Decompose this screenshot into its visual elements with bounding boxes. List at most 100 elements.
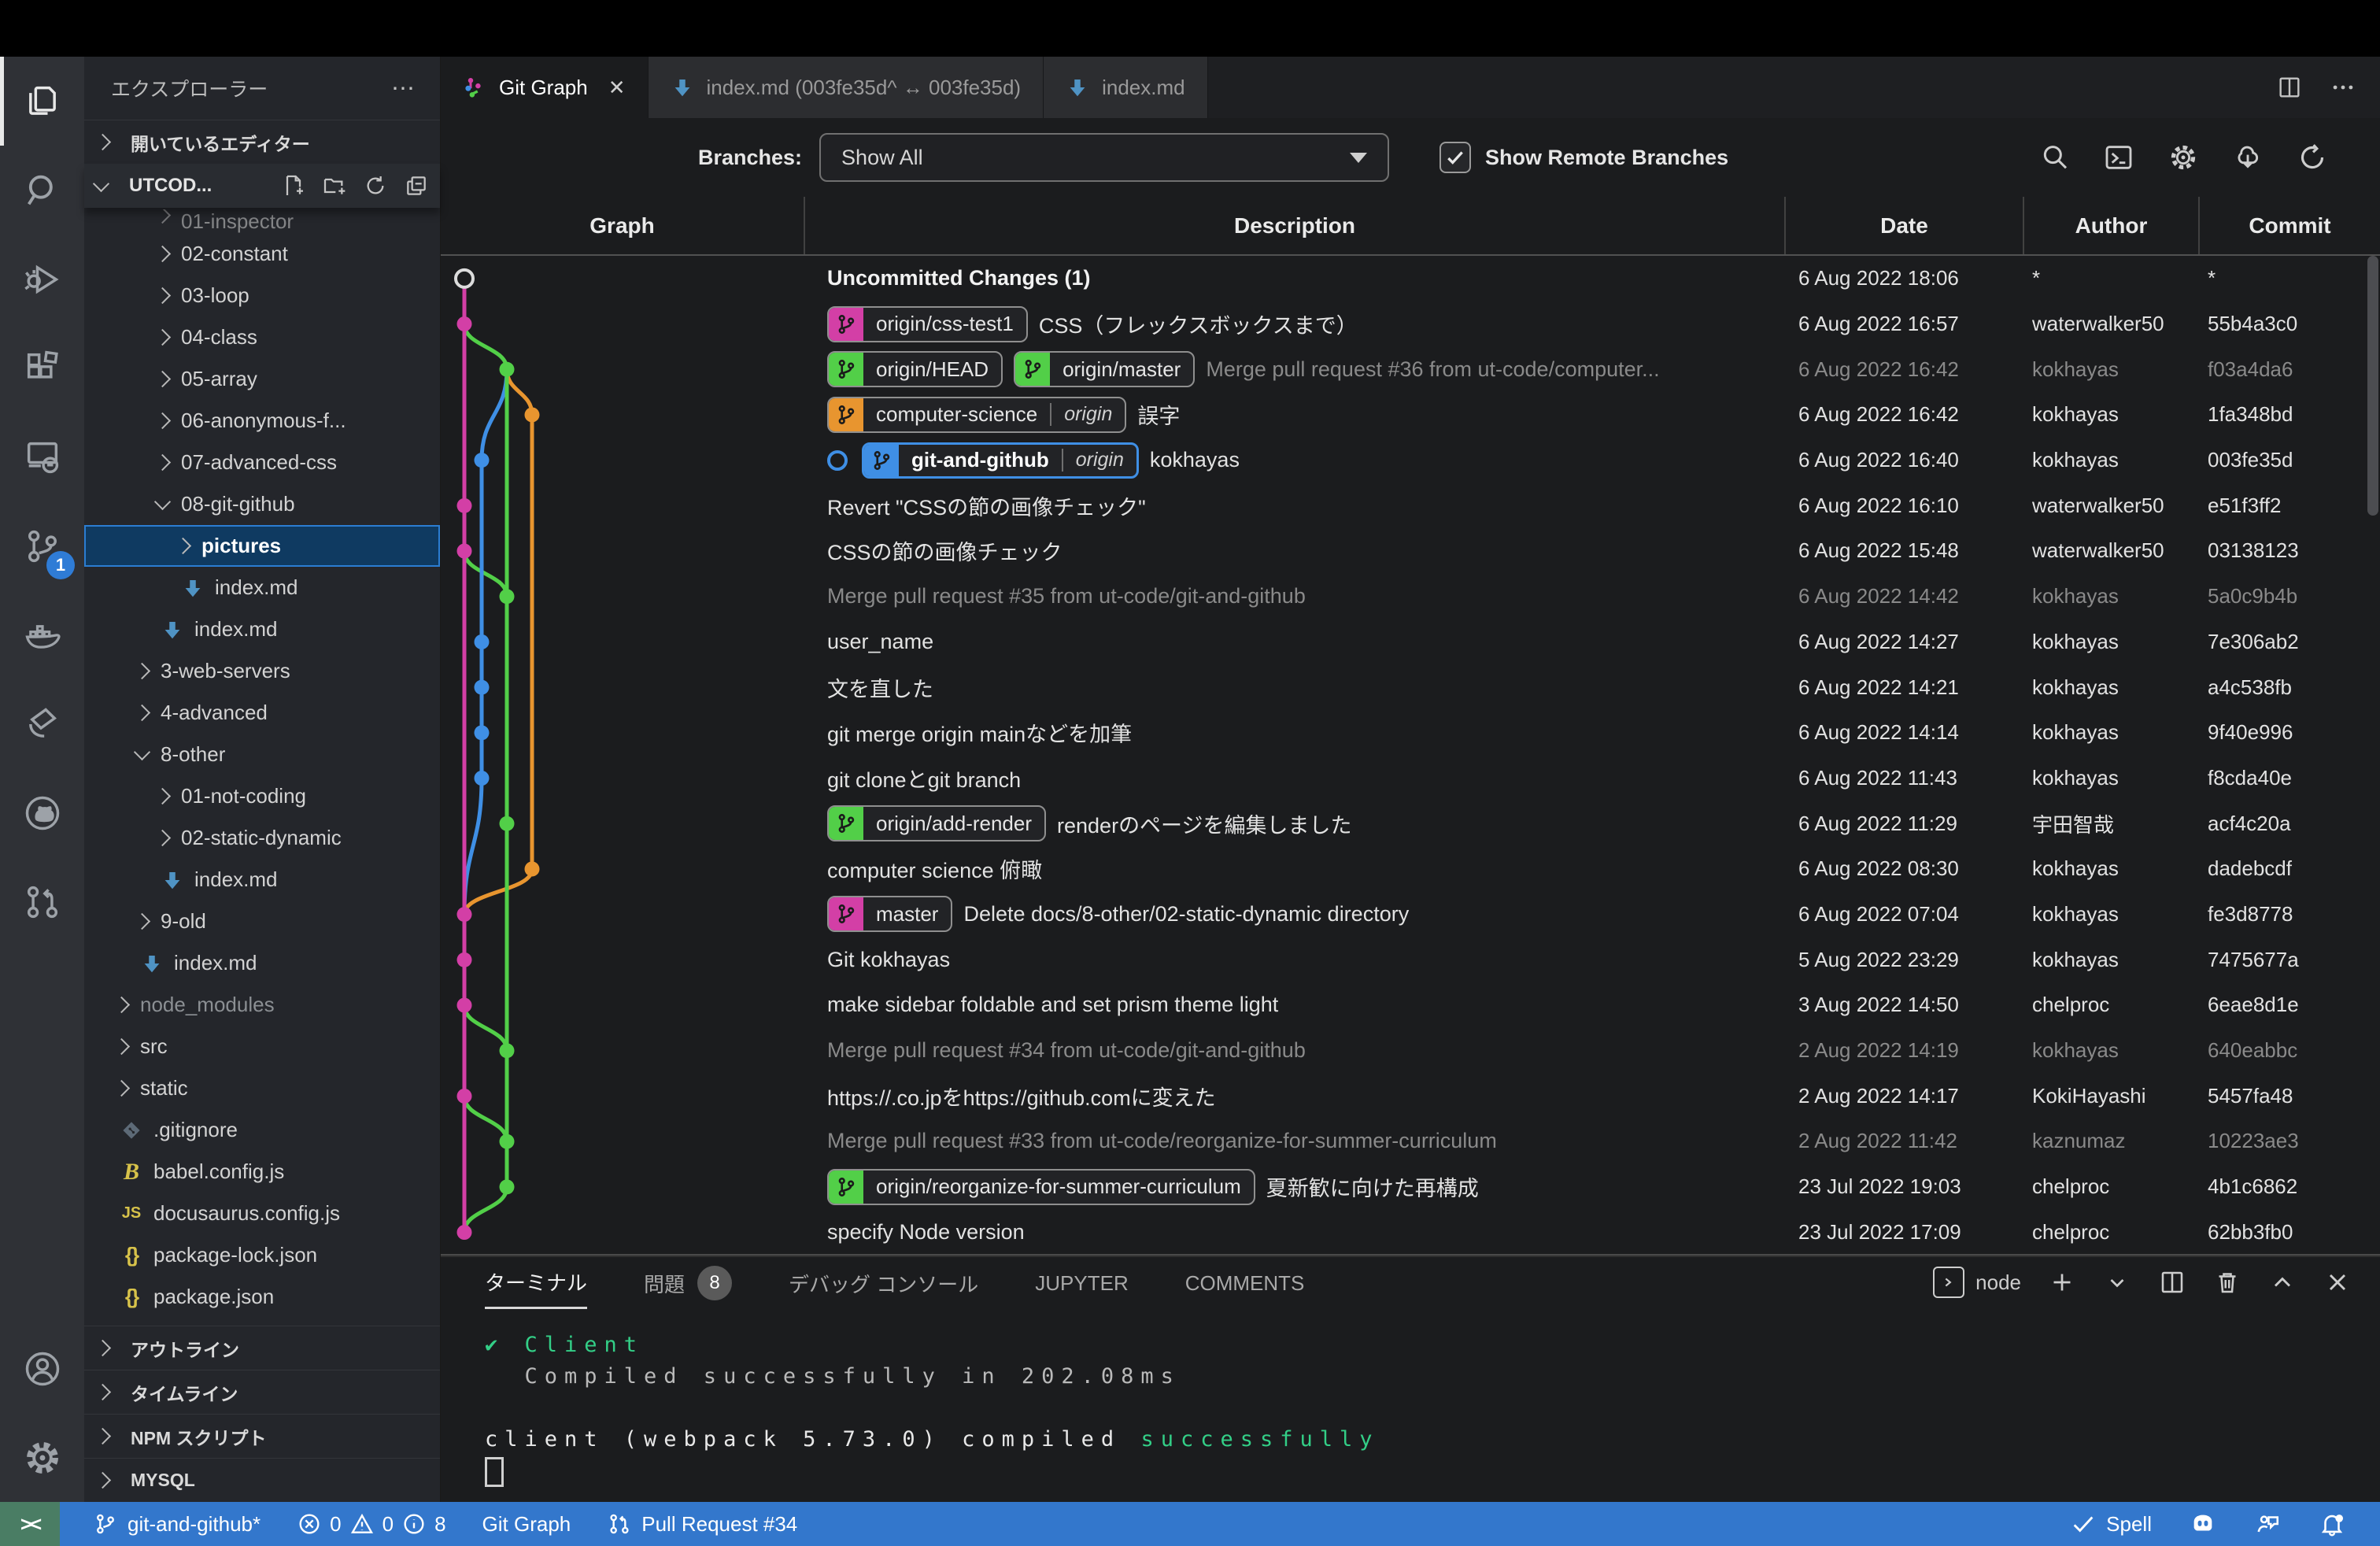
tab-git-graph[interactable]: Git Graph ✕ [441, 57, 649, 118]
tree-item-07-advanced-css[interactable]: 07-advanced-css [84, 442, 440, 483]
notifications-bell-icon[interactable] [2319, 1511, 2345, 1537]
close-tab-icon[interactable]: ✕ [608, 76, 626, 100]
tab-index-md-diff[interactable]: index.md (003fe35d^ ↔ 003fe35d) [649, 57, 1044, 118]
show-remote-branches-checkbox[interactable]: Show Remote Branches [1439, 142, 1728, 173]
branch-label[interactable]: origin/master [1014, 351, 1195, 387]
collapse-folders-icon[interactable] [404, 173, 429, 198]
github-icon[interactable] [0, 768, 84, 857]
tree-item-index-md[interactable]: index.md [84, 859, 440, 901]
tree-item-static[interactable]: static [84, 1067, 440, 1109]
pour-icon[interactable] [0, 679, 84, 768]
panel-tab-ターミナル[interactable]: ターミナル [485, 1257, 587, 1309]
remote-indicator[interactable]: >< [0, 1502, 60, 1546]
tree-item-01-not-coding[interactable]: 01-not-coding [84, 775, 440, 817]
close-panel-icon[interactable] [2323, 1268, 2352, 1296]
tree-item-02-static-dynamic[interactable]: 02-static-dynamic [84, 817, 440, 859]
branches-dropdown[interactable]: Show All [819, 133, 1389, 182]
find-commit-icon[interactable] [2038, 142, 2070, 173]
column-header-graph[interactable]: Graph [441, 197, 804, 254]
fetch-icon[interactable] [2232, 142, 2264, 173]
refresh-explorer-icon[interactable] [363, 173, 388, 198]
branch-label[interactable]: origin/css-test1 [827, 306, 1028, 342]
panel-tab-jupyter[interactable]: JUPYTER [1035, 1257, 1128, 1309]
feedback-icon[interactable] [2254, 1511, 2281, 1537]
sidebar-section-タイムライン[interactable]: タイムライン [84, 1370, 440, 1414]
terminal-output[interactable]: ✔ Client Compiled successfully in 202.08… [441, 1309, 2380, 1487]
run-debug-icon[interactable] [0, 235, 84, 324]
remote-explorer-icon[interactable] [0, 412, 84, 501]
terminal-icon[interactable] [2103, 142, 2134, 173]
sidebar-more-icon[interactable]: ⋯ [391, 75, 416, 102]
branch-label[interactable]: origin/add-render [827, 805, 1046, 841]
tree-item-4-advanced[interactable]: 4-advanced [84, 692, 440, 734]
sidebar-section-アウトライン[interactable]: アウトライン [84, 1326, 440, 1370]
tree-item-index-md[interactable]: index.md [84, 942, 440, 984]
statusbar-spell[interactable]: Spell [2070, 1511, 2152, 1537]
tree-item-pictures[interactable]: pictures [84, 525, 440, 567]
statusbar-git-graph[interactable]: Git Graph [482, 1512, 571, 1537]
column-header-description[interactable]: Description [804, 197, 1784, 254]
branch-label[interactable]: git-and-githuborigin [862, 442, 1139, 479]
tree-item-node-modules[interactable]: node_modules [84, 984, 440, 1026]
workspace-header[interactable]: UTCOD... [84, 164, 440, 208]
kill-terminal-icon[interactable] [2213, 1268, 2241, 1296]
tree-item--gitignore[interactable]: .gitignore [84, 1109, 440, 1151]
branch-label[interactable]: computer-scienceorigin [827, 397, 1126, 433]
branch-name: computer-science [863, 402, 1050, 427]
tree-item-9-old[interactable]: 9-old [84, 901, 440, 942]
docker-icon[interactable] [0, 590, 84, 679]
source-control-icon[interactable]: 1 [0, 501, 84, 590]
gear-icon[interactable] [2168, 142, 2199, 173]
tree-item-3-web-servers[interactable]: 3-web-servers [84, 650, 440, 692]
terminal-dropdown-icon[interactable] [2103, 1268, 2131, 1296]
branch-label[interactable]: master [827, 896, 952, 932]
refresh-icon[interactable] [2297, 142, 2328, 173]
account-icon[interactable] [0, 1324, 84, 1413]
panel-tab-デバッグ-コンソール[interactable]: デバッグ コンソール [789, 1257, 978, 1309]
settings-gear-icon[interactable] [0, 1413, 84, 1502]
extensions-icon[interactable] [0, 324, 84, 412]
open-editors-section[interactable]: 開いているエディター [84, 120, 440, 164]
branch-label[interactable]: origin/HEAD [827, 351, 1003, 387]
column-header-author[interactable]: Author [2023, 197, 2198, 254]
tree-item-package-lock-json[interactable]: {}package-lock.json [84, 1234, 440, 1276]
sidebar-section-npm-スクリプト[interactable]: NPM スクリプト [84, 1414, 440, 1458]
tree-item-docusaurus-config-js[interactable]: JSdocusaurus.config.js [84, 1193, 440, 1234]
split-terminal-icon[interactable] [2158, 1268, 2186, 1296]
tree-item-02-constant[interactable]: 02-constant [84, 233, 440, 275]
tree-item-08-git-github[interactable]: 08-git-github [84, 483, 440, 525]
new-file-icon[interactable] [281, 173, 306, 198]
tree-item-index-md[interactable]: index.md [84, 567, 440, 608]
sidebar-section-mysql[interactable]: MYSQL [84, 1458, 440, 1502]
tree-item-01-inspector[interactable]: 01-inspector [84, 209, 440, 233]
split-editor-icon[interactable] [2276, 74, 2303, 101]
tree-item-index-md[interactable]: index.md [84, 608, 440, 650]
branch-label[interactable]: origin/reorganize-for-summer-curriculum [827, 1169, 1255, 1205]
maximize-panel-icon[interactable] [2268, 1268, 2297, 1296]
tree-item-8-other[interactable]: 8-other [84, 734, 440, 775]
tree-item-package-json[interactable]: {}package.json [84, 1276, 440, 1318]
editor-more-icon[interactable] [2330, 74, 2356, 101]
tree-item-src[interactable]: src [84, 1026, 440, 1067]
panel-tab-comments[interactable]: COMMENTS [1185, 1257, 1305, 1309]
explorer-icon[interactable] [0, 57, 84, 146]
tree-item-babel-config-js[interactable]: Bbabel.config.js [84, 1151, 440, 1193]
statusbar-branch[interactable]: git-and-github* [93, 1511, 261, 1537]
scrollbar-thumb[interactable] [2367, 256, 2378, 516]
column-header-commit[interactable]: Commit [2198, 197, 2380, 254]
tree-item-04-class[interactable]: 04-class [84, 316, 440, 358]
tree-item-03-loop[interactable]: 03-loop [84, 275, 440, 316]
terminal-shell-chip[interactable]: node [1933, 1267, 2021, 1298]
new-terminal-icon[interactable] [2048, 1268, 2076, 1296]
tree-item-05-array[interactable]: 05-array [84, 358, 440, 400]
statusbar-problems[interactable]: 0 0 8 [297, 1511, 445, 1537]
pull-request-icon[interactable] [0, 857, 84, 946]
column-header-date[interactable]: Date [1784, 197, 2023, 254]
copilot-icon[interactable] [2190, 1511, 2216, 1537]
tab-index-md[interactable]: index.md [1044, 57, 1208, 118]
tree-item-06-anonymous-f-[interactable]: 06-anonymous-f... [84, 400, 440, 442]
search-icon[interactable] [0, 146, 84, 235]
panel-tab-問題[interactable]: 問題8 [644, 1257, 732, 1309]
statusbar-pull-request[interactable]: Pull Request #34 [607, 1511, 797, 1537]
new-folder-icon[interactable] [322, 173, 347, 198]
